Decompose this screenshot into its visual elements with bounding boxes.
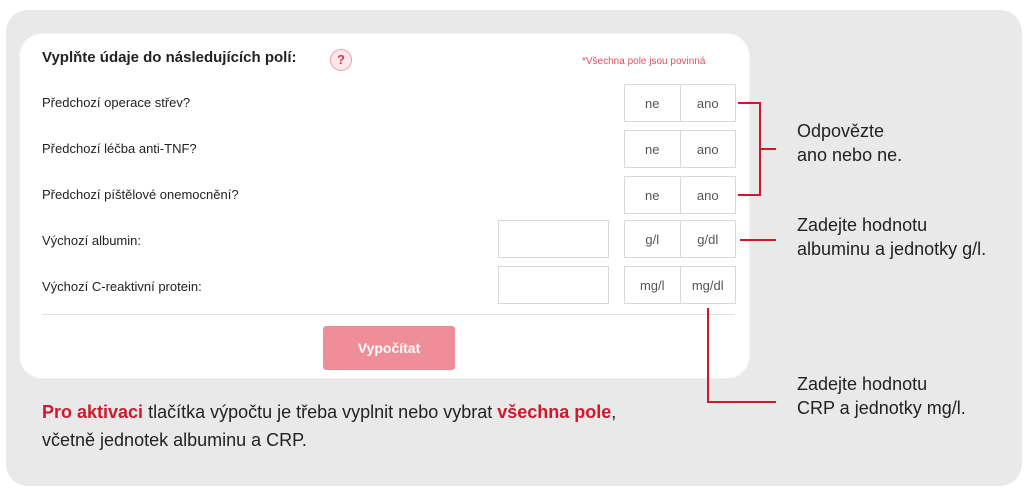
yes-no-bracket — [738, 102, 761, 196]
crp-annotation: Zadejte hodnotu CRP a jednotky mg/l. — [797, 374, 966, 418]
activation-note: Pro aktivaci tlačítka výpočtu je třeba v… — [42, 398, 616, 454]
note-text-1: tlačítka výpočtu je třeba vyplnit nebo v… — [143, 402, 498, 422]
note-bold-all-fields: všechna pole — [497, 402, 612, 422]
note-text-2: , — [611, 402, 617, 422]
crp-callout-line — [707, 308, 776, 403]
note-bold-activation: Pro aktivaci — [42, 402, 144, 422]
yes-no-annotation: Odpovězte ano nebo ne. — [797, 121, 903, 165]
albumin-annotation: Zadejte hodnotu albuminu a jednotky g/l. — [797, 215, 987, 259]
note-line-2: včetně jednotek albuminu a CRP. — [42, 430, 307, 450]
